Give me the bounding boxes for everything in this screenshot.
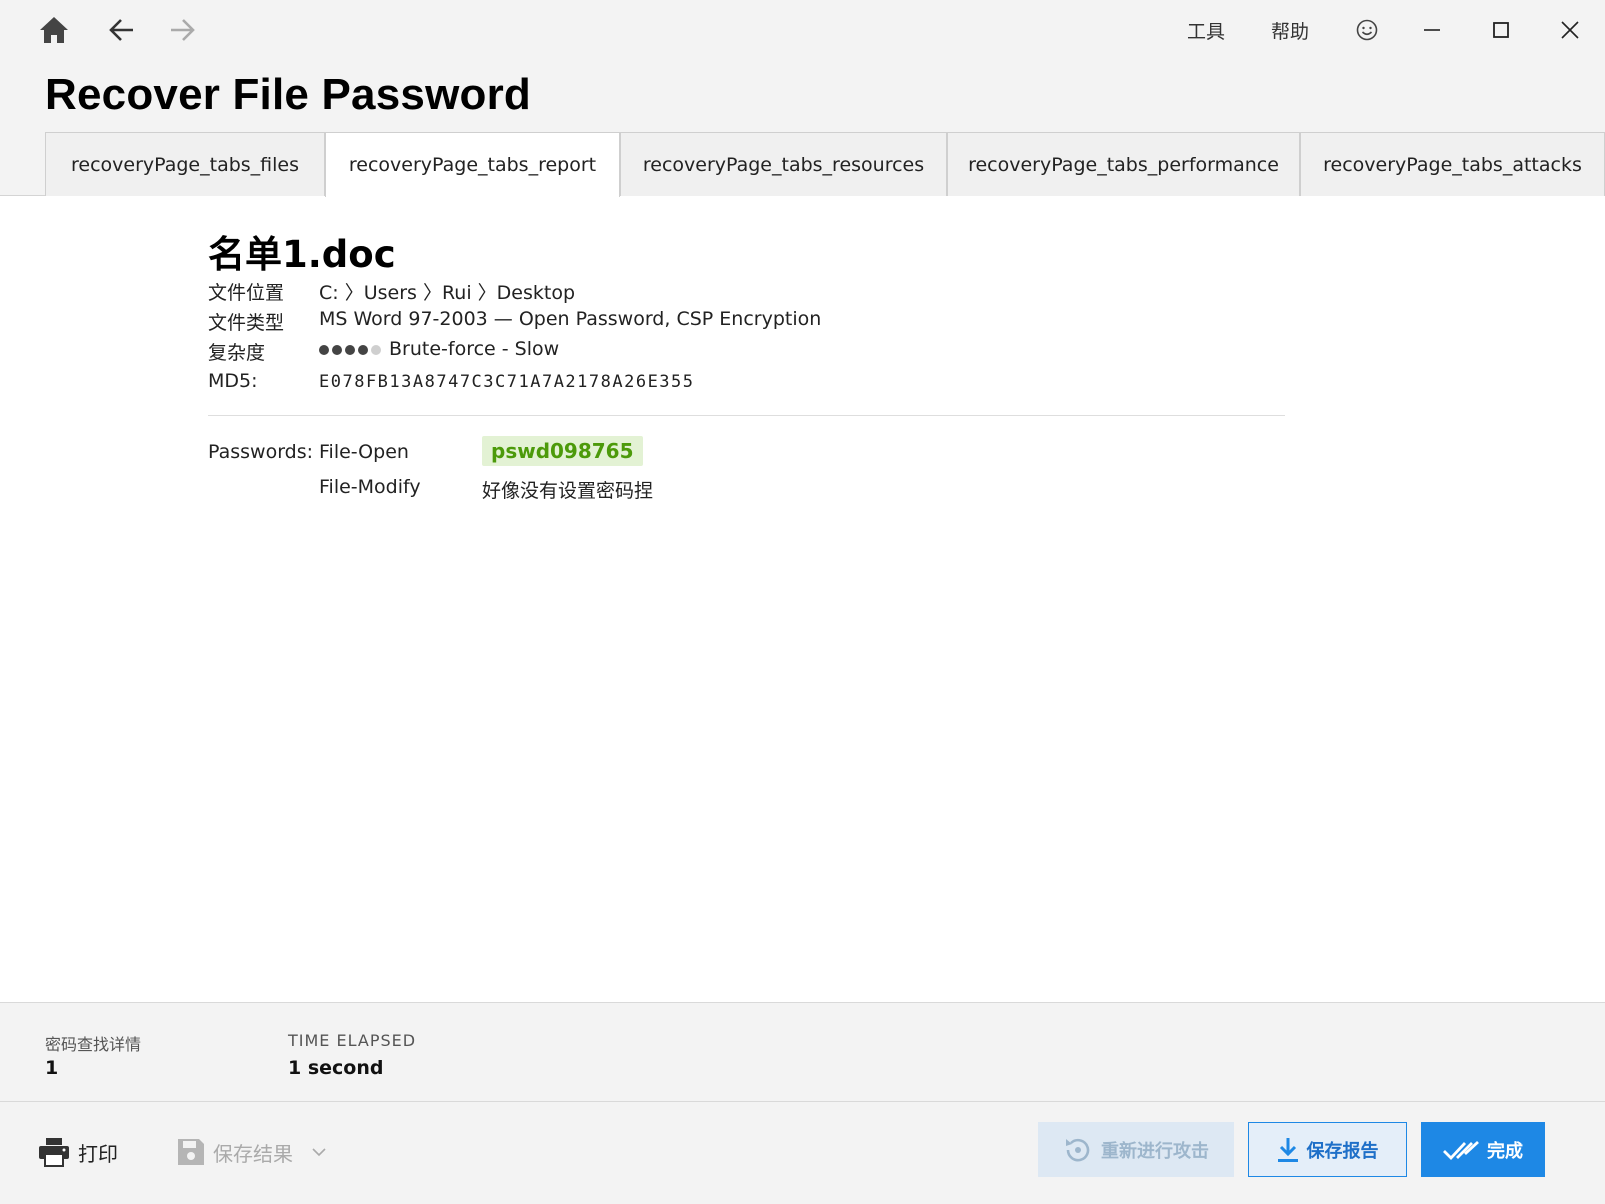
printer-icon: [39, 1138, 69, 1167]
complexity-value: Brute-force - Slow: [319, 338, 559, 360]
file-open-label: File-Open: [319, 441, 409, 463]
maximize-button[interactable]: [1479, 10, 1523, 50]
complexity-dot: [345, 344, 355, 355]
close-icon: [1561, 21, 1579, 39]
close-button[interactable]: [1548, 10, 1592, 50]
minimize-button[interactable]: [1410, 10, 1454, 50]
file-open-password[interactable]: pswd098765: [482, 436, 643, 466]
complexity-text: Brute-force - Slow: [389, 338, 560, 360]
maximize-icon: [1493, 22, 1509, 38]
type-value: MS Word 97-2003 — Open Password, CSP Enc…: [319, 308, 822, 330]
file-modify-label: File-Modify: [319, 476, 421, 498]
double-check-icon: [1443, 1140, 1479, 1160]
complexity-meter: [319, 344, 381, 355]
file-modify-value: 好像没有设置密码捏: [482, 480, 654, 502]
section-divider: [208, 415, 1285, 416]
tab-performance[interactable]: recoveryPage_tabs_performance: [947, 132, 1300, 196]
feedback-button[interactable]: [1345, 10, 1389, 50]
md5-label: MD5:: [208, 370, 258, 392]
chevron-down-icon: [312, 1148, 326, 1157]
home-button[interactable]: [32, 10, 76, 50]
passwords-label: Passwords:: [208, 441, 314, 463]
tab-files[interactable]: recoveryPage_tabs_files: [45, 132, 325, 196]
save-result-label: 保存结果: [213, 1141, 293, 1166]
done-label: 完成: [1487, 1140, 1523, 1162]
tab-report[interactable]: recoveryPage_tabs_report: [325, 132, 620, 197]
retry-attack-label: 重新进行攻击: [1101, 1140, 1209, 1162]
report-panel: 名单1.doc 文件位置 C: 〉Users 〉Rui 〉Desktop 文件类…: [0, 196, 1605, 1002]
md5-value: E078FB13A8747C3C71A7A2178A26E355: [319, 372, 695, 392]
smiley-icon: [1356, 19, 1378, 41]
print-button[interactable]: 打印: [38, 1132, 118, 1172]
download-icon: [1277, 1137, 1298, 1162]
tab-resources[interactable]: recoveryPage_tabs_resources: [620, 132, 947, 196]
stats-panel: 密码查找详情 1 TIME ELAPSED 1 second: [0, 1002, 1605, 1102]
complexity-dot: [371, 344, 381, 355]
home-icon: [40, 17, 68, 43]
bottom-bar: 打印 保存结果 重新进行攻击 保存报告 完成: [0, 1102, 1605, 1204]
location-label: 文件位置: [208, 282, 285, 304]
complexity-dot: [332, 344, 342, 355]
save-report-button[interactable]: 保存报告: [1248, 1122, 1407, 1177]
time-elapsed-label: TIME ELAPSED: [288, 1031, 417, 1050]
time-elapsed-value: 1 second: [288, 1057, 384, 1079]
type-label: 文件类型: [208, 312, 285, 334]
tab-bar: recoveryPage_tabs_files recoveryPage_tab…: [0, 132, 1605, 197]
retry-attack-button[interactable]: 重新进行攻击: [1038, 1122, 1234, 1177]
search-details-label: 密码查找详情: [45, 1035, 142, 1054]
menu-tools[interactable]: 工具: [1187, 17, 1225, 44]
search-details-value: 1: [45, 1057, 59, 1079]
minimize-icon: [1424, 29, 1440, 31]
restart-icon: [1066, 1138, 1090, 1161]
arrow-right-icon: [171, 19, 195, 41]
complexity-label: 复杂度: [208, 342, 266, 364]
complexity-dot: [358, 344, 368, 355]
location-value: C: 〉Users 〉Rui 〉Desktop: [319, 282, 576, 304]
forward-button[interactable]: [160, 10, 204, 50]
menu-help[interactable]: 帮助: [1271, 17, 1309, 44]
complexity-dot: [319, 344, 329, 355]
tab-attacks[interactable]: recoveryPage_tabs_attacks: [1300, 132, 1605, 196]
file-name: 名单1.doc: [208, 233, 396, 276]
arrow-left-icon: [109, 19, 133, 41]
title-bar: 工具 帮助: [0, 0, 1605, 60]
print-label: 打印: [78, 1141, 118, 1166]
page-title: Recover File Password: [45, 70, 531, 119]
done-button[interactable]: 完成: [1421, 1122, 1545, 1177]
floppy-disk-icon: [178, 1139, 204, 1165]
save-report-label: 保存报告: [1306, 1140, 1379, 1162]
save-result-button[interactable]: 保存结果: [177, 1132, 327, 1172]
back-button[interactable]: [100, 10, 144, 50]
